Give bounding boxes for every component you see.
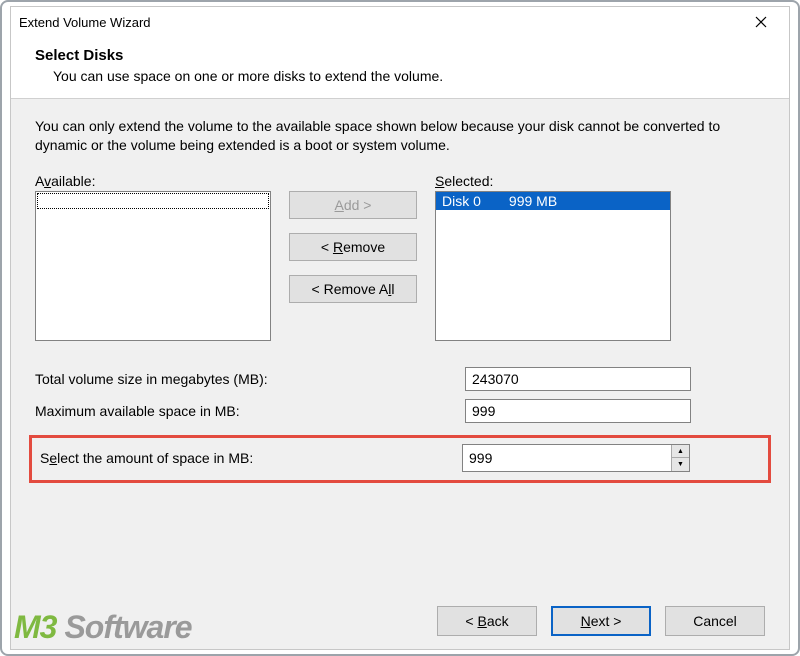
selected-label: Selected: — [435, 173, 671, 189]
select-amount-input[interactable] — [463, 445, 671, 471]
logo-left: M3 — [14, 609, 56, 646]
remove-button[interactable]: < Remove — [289, 233, 417, 261]
next-button[interactable]: Next > — [551, 606, 651, 636]
selected-listbox[interactable]: Disk 0 999 MB — [435, 191, 671, 341]
window-title: Extend Volume Wizard — [19, 15, 741, 30]
wizard-header: Select Disks You can use space on one or… — [11, 37, 789, 99]
max-space-label: Maximum available space in MB: — [35, 403, 465, 419]
cancel-button[interactable]: Cancel — [665, 606, 765, 636]
max-space-value: 999 — [465, 399, 691, 423]
selected-disk-item[interactable]: Disk 0 999 MB — [436, 192, 670, 210]
spin-down-button[interactable]: ▼ — [672, 458, 689, 471]
max-space-row: Maximum available space in MB: 999 — [35, 399, 765, 423]
spinner-buttons: ▲ ▼ — [671, 445, 689, 471]
disk-lists-row: Available: Add > < Remove < Remove All S… — [35, 173, 765, 341]
close-icon — [755, 16, 767, 28]
selected-disk-size: 999 MB — [509, 193, 557, 209]
highlight-callout: Select the amount of space in MB: ▲ ▼ — [29, 435, 771, 483]
spin-up-button[interactable]: ▲ — [672, 445, 689, 459]
available-label: Available: — [35, 173, 271, 189]
size-fields: Total volume size in megabytes (MB): 243… — [35, 367, 765, 483]
page-subtitle: You can use space on one or more disks t… — [35, 68, 765, 84]
total-size-label: Total volume size in megabytes (MB): — [35, 371, 465, 387]
close-button[interactable] — [741, 8, 781, 36]
transfer-buttons: Add > < Remove < Remove All — [285, 173, 421, 341]
watermark-logo: M3 Software — [14, 609, 192, 646]
wizard-content: You can only extend the volume to the av… — [11, 99, 789, 593]
selected-column: Selected: Disk 0 999 MB — [435, 173, 671, 341]
wizard-window: Extend Volume Wizard Select Disks You ca… — [10, 6, 790, 650]
titlebar: Extend Volume Wizard — [11, 7, 789, 37]
available-column: Available: — [35, 173, 271, 341]
info-text: You can only extend the volume to the av… — [35, 117, 765, 155]
add-button[interactable]: Add > — [289, 191, 417, 219]
page-title: Select Disks — [35, 47, 765, 64]
screenshot-frame: Extend Volume Wizard Select Disks You ca… — [0, 0, 800, 656]
back-button[interactable]: < Back — [437, 606, 537, 636]
select-amount-label: Select the amount of space in MB: — [40, 450, 462, 466]
total-size-row: Total volume size in megabytes (MB): 243… — [35, 367, 765, 391]
available-focus-row — [37, 193, 269, 209]
remove-all-button[interactable]: < Remove All — [289, 275, 417, 303]
select-amount-row: Select the amount of space in MB: ▲ ▼ — [40, 444, 760, 472]
total-size-value: 243070 — [465, 367, 691, 391]
selected-disk-name: Disk 0 — [442, 193, 481, 209]
logo-right: Software — [64, 609, 191, 646]
select-amount-spinner[interactable]: ▲ ▼ — [462, 444, 690, 472]
available-listbox[interactable] — [35, 191, 271, 341]
